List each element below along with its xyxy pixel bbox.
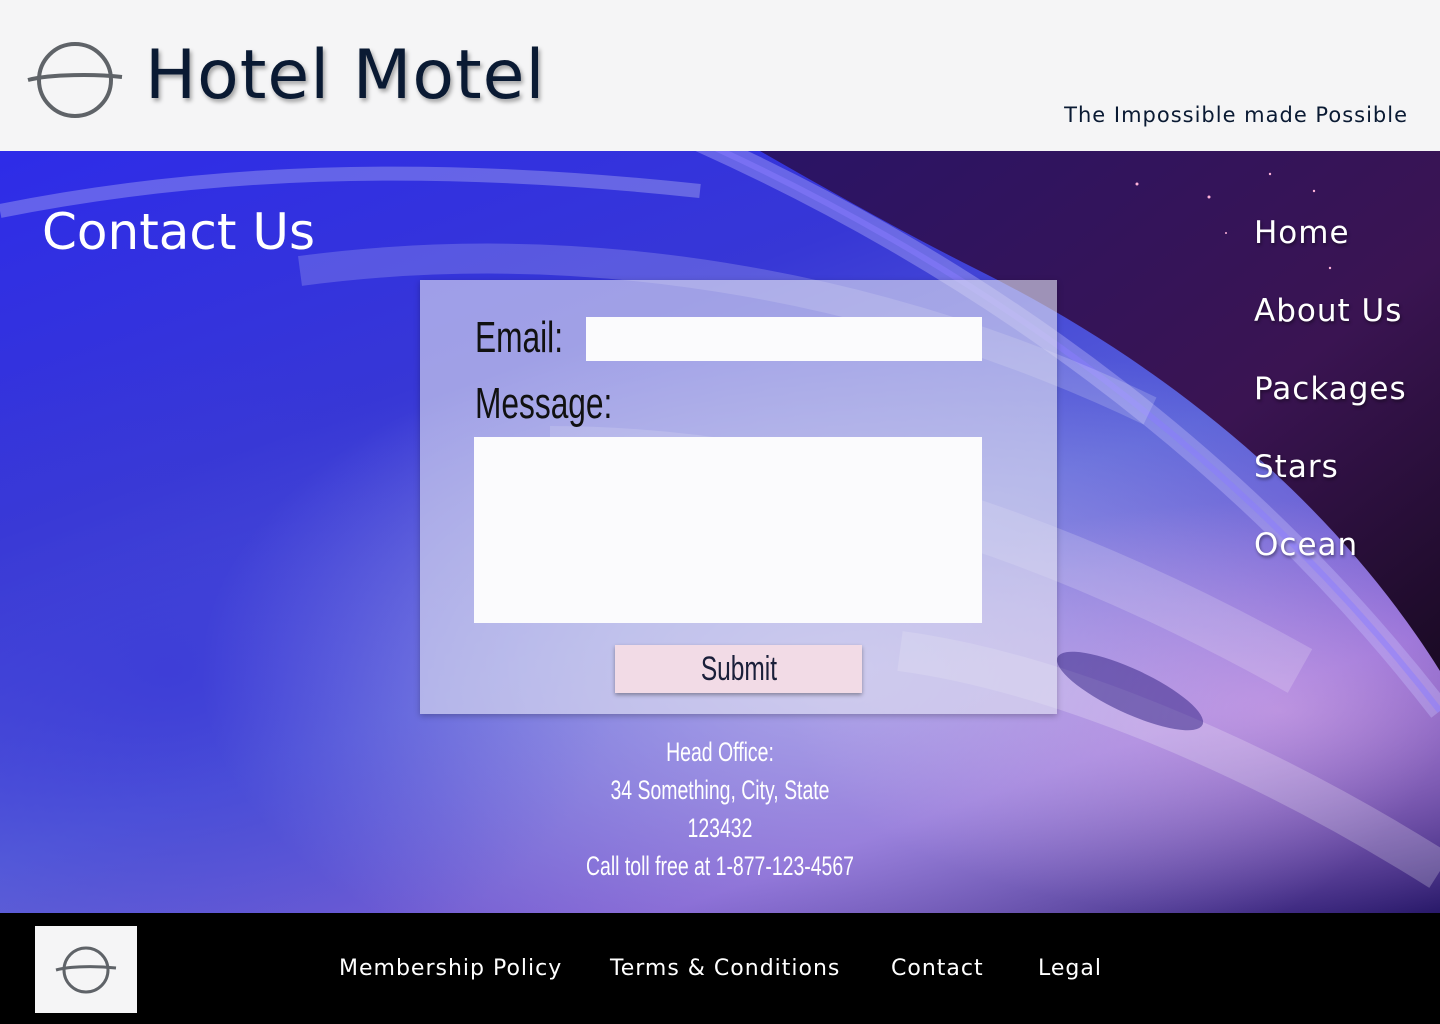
office-phone: Call toll free at 1-877-123-4567	[585, 851, 854, 881]
office-address-line1: 34 Something, City, State	[610, 775, 830, 805]
nav-item-about-us[interactable]: About Us	[1254, 288, 1407, 366]
message-label: Message:	[475, 379, 613, 428]
page-title: Contact Us	[42, 203, 316, 261]
side-nav: Home About Us Packages Stars Ocean	[1254, 210, 1407, 600]
footer-link-membership-policy[interactable]: Membership Policy	[339, 953, 562, 985]
nav-item-home[interactable]: Home	[1254, 210, 1407, 288]
orbit-logo-icon[interactable]	[26, 41, 124, 119]
site-header: Hotel Motel The Impossible made Possible	[0, 0, 1440, 151]
footer-link-contact[interactable]: Contact	[891, 953, 984, 985]
orbit-logo-icon	[55, 946, 117, 994]
submit-button[interactable]: Submit	[615, 645, 862, 693]
tagline: The Impossible made Possible	[1064, 103, 1408, 127]
submit-button-label: Submit	[700, 650, 777, 688]
site-footer: Membership Policy Terms & Conditions Con…	[0, 913, 1440, 1024]
message-textarea[interactable]	[474, 437, 982, 623]
nav-item-stars[interactable]: Stars	[1254, 444, 1407, 522]
footer-link-terms-conditions[interactable]: Terms & Conditions	[610, 953, 840, 985]
email-label: Email:	[475, 313, 564, 362]
footer-logo[interactable]	[35, 926, 137, 1013]
office-heading: Head Office:	[666, 737, 774, 767]
footer-link-legal[interactable]: Legal	[1038, 953, 1102, 985]
email-field[interactable]	[586, 317, 982, 361]
nav-item-ocean[interactable]: Ocean	[1254, 522, 1407, 600]
nav-item-packages[interactable]: Packages	[1254, 366, 1407, 444]
head-office-info: Head Office: 34 Something, City, State 1…	[470, 733, 970, 885]
office-address-line2: 123432	[687, 813, 753, 843]
brand-name[interactable]: Hotel Motel	[145, 36, 545, 116]
